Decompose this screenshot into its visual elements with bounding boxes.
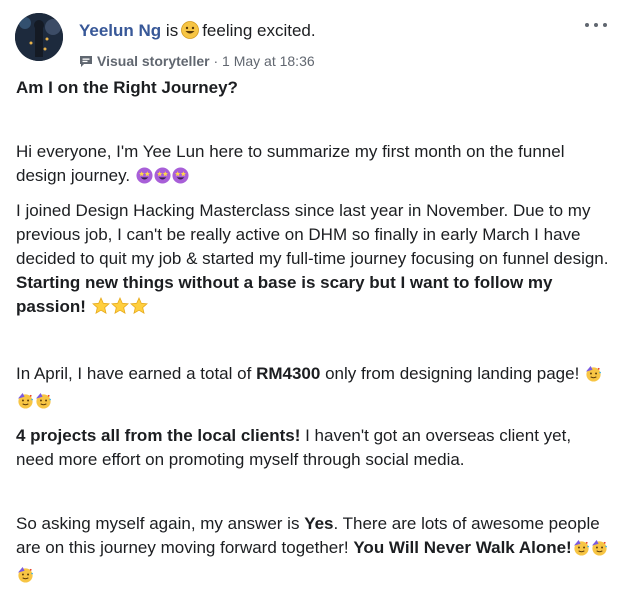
avatar[interactable] [15,13,63,61]
speech-bubble-icon [79,55,93,71]
paragraph-5: So asking myself again, my answer is Yes… [16,512,612,590]
star-struck-icon [172,167,189,191]
feeling-text: feeling excited. [202,21,316,40]
paragraph-3: In April, I have earned a total of RM430… [16,362,612,416]
p3-text-c: only from designing landing page! [325,364,580,383]
p5-bold: You Will Never Walk Alone! [353,538,572,557]
p1-text: Hi everyone, I'm Yee Lun here to summari… [16,142,565,185]
more-horizontal-icon [585,23,589,27]
p5-yes: Yes [304,514,334,533]
partying-face-icon [591,539,608,563]
author-name[interactable]: Yeelun Ng [79,21,161,40]
post-header: Yeelun Ng is feeling excited. Visual sto… [15,13,610,69]
partying-face-icon [585,365,602,389]
star-icon [129,296,148,322]
star-struck-icon [154,167,171,191]
paragraph-2: I joined Design Hacking Masterclass sinc… [16,199,612,322]
name-line: Yeelun Ng is feeling excited. [79,21,316,44]
star-icon [110,296,129,322]
more-options-button[interactable] [584,13,610,35]
paragraph-1: Hi everyone, I'm Yee Lun here to summari… [16,140,612,191]
is-text: is [165,21,179,40]
star-icon [91,296,110,322]
post-timestamp[interactable]: 1 May at 18:36 [222,53,315,69]
p3-text-a: In April, I have earned a total of [16,364,252,383]
post-title: Am I on the Right Journey? [16,78,238,97]
more-dot [603,23,607,27]
meta-separator: · [213,53,219,69]
post-body: Am I on the Right Journey? Hi everyone, … [16,76,612,590]
partying-face-icon [573,539,590,563]
star-struck-icon [136,167,153,191]
p4-bold: 4 projects all from the local clients! [16,426,301,445]
partying-face-icon [35,392,52,416]
grinning-face-icon [181,21,200,44]
partying-face-icon [17,566,34,590]
p2-text: I joined Design Hacking Masterclass sinc… [16,201,609,268]
p5-text-a: So asking myself again, my answer is [16,514,300,533]
badge-label[interactable]: Visual storyteller [97,53,210,69]
meta-line: Visual storyteller · 1 May at 18:36 [79,53,315,71]
more-dot [594,23,598,27]
partying-face-icon [17,392,34,416]
p3-amount: RM4300 [256,364,321,383]
paragraph-4: 4 projects all from the local clients! I… [16,424,612,472]
